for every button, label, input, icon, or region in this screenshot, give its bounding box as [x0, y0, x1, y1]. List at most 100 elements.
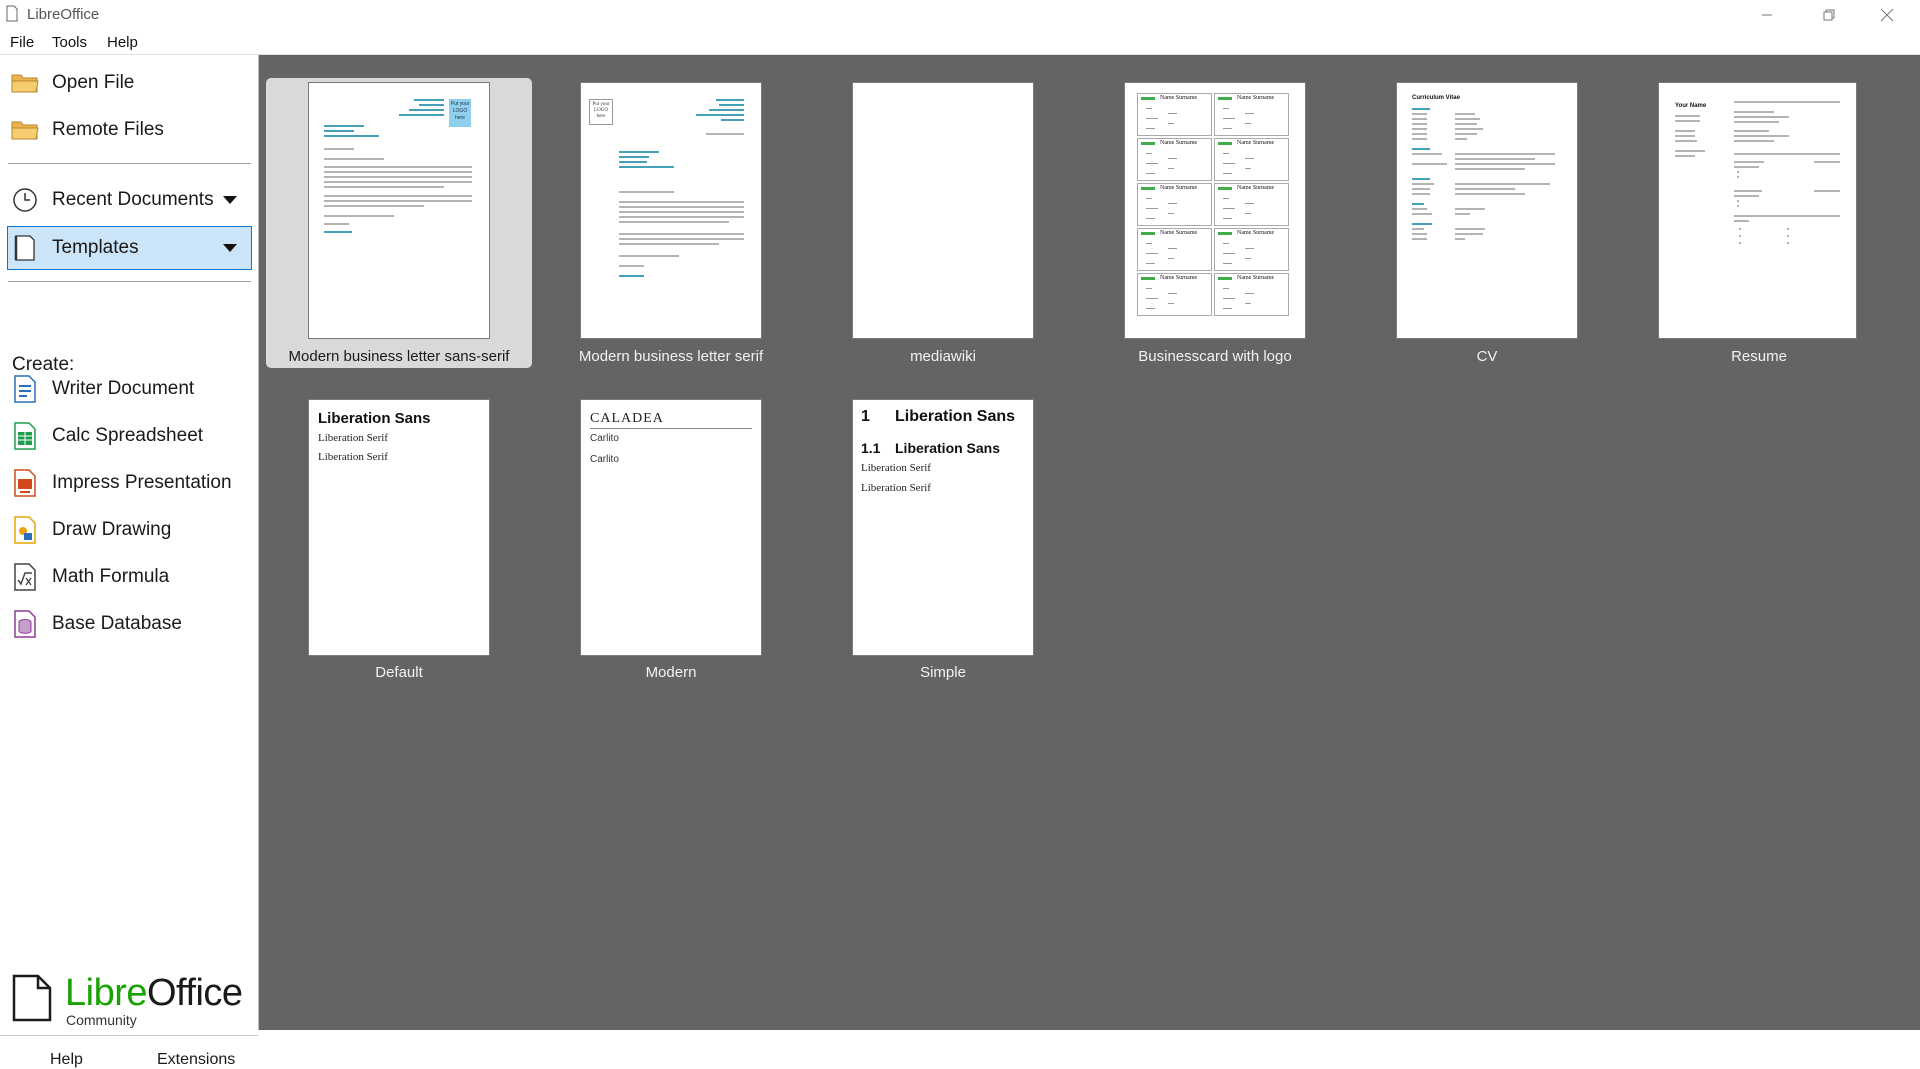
libreoffice-logo: LibreOffice Community	[12, 972, 252, 1028]
document-icon	[6, 5, 18, 22]
template-tile[interactable]: 1 Liberation Sans 1.1 Liberation Sans Li…	[810, 395, 1076, 685]
impress-label: Impress Presentation	[52, 472, 232, 493]
preview-heading: Liberation Sans	[895, 408, 1016, 425]
preview-h2-number: 1.1	[861, 440, 881, 456]
card-name: Name Surname	[1237, 275, 1275, 281]
template-name: Resume	[1731, 348, 1787, 365]
template-name: Modern business letter sans-serif	[288, 348, 510, 365]
folder-icon	[10, 68, 40, 98]
card-logo	[1141, 277, 1155, 280]
templates-button[interactable]: Templates	[7, 226, 252, 270]
create-base-button[interactable]: Base Database	[8, 603, 251, 645]
create-writer-button[interactable]: Writer Document	[8, 368, 251, 410]
sidebar-divider	[8, 163, 251, 164]
business-card: Name Surname	[1137, 273, 1212, 316]
preview-body: Liberation Serif	[861, 482, 931, 494]
clock-icon	[10, 185, 40, 215]
math-icon	[10, 562, 40, 592]
card-name: Name Surname	[1160, 230, 1198, 236]
preview-subheading: Liberation Sans	[895, 440, 1001, 456]
template-tile[interactable]: Put your LOGO here Modern business lette…	[538, 78, 804, 368]
template-tile[interactable]: Put your LOGO here Modern business lette…	[266, 78, 532, 368]
card-name: Name Surname	[1160, 140, 1198, 146]
logo-libre: Libre	[65, 972, 148, 1014]
card-logo	[1141, 232, 1155, 235]
template-thumbnail: Your Name	[1658, 82, 1857, 339]
card-name: Name Surname	[1160, 185, 1198, 191]
window-title: LibreOffice	[27, 6, 100, 23]
menu-bar: File Tools Help	[0, 30, 1920, 55]
template-tile[interactable]: CALADEA Carlito Carlito Modern	[538, 395, 804, 685]
calc-label: Calc Spreadsheet	[52, 425, 204, 446]
template-name: Businesscard with logo	[1138, 348, 1292, 365]
preview-body: Liberation Serif	[318, 432, 388, 444]
open-file-label: Open File	[52, 72, 135, 93]
title-bar: LibreOffice	[0, 0, 1920, 30]
template-thumbnail: Put your LOGO here	[308, 82, 490, 339]
extensions-button[interactable]: Extensions	[157, 1051, 235, 1069]
card-logo	[1141, 97, 1155, 100]
card-logo	[1218, 142, 1232, 145]
template-tile[interactable]: mediawiki	[810, 78, 1076, 368]
template-tile[interactable]: Liberation Sans Liberation Serif Liberat…	[266, 395, 532, 685]
template-name: Simple	[920, 664, 966, 681]
create-calc-button[interactable]: Calc Spreadsheet	[8, 415, 251, 457]
business-card: Name Surname	[1137, 183, 1212, 226]
math-label: Math Formula	[52, 566, 170, 587]
remote-files-button[interactable]: Remote Files	[8, 109, 251, 151]
business-card: Name Surname	[1214, 228, 1289, 271]
card-logo	[1218, 97, 1232, 100]
draw-icon	[10, 515, 40, 545]
template-tile[interactable]: Name Surname Name Surname Name Surname Name…	[1082, 78, 1348, 368]
impress-icon	[10, 468, 40, 498]
card-name: Name Surname	[1160, 275, 1198, 281]
minimize-button[interactable]	[1738, 0, 1796, 30]
calc-icon	[10, 421, 40, 451]
cv-heading: Curriculum Vitae	[1412, 95, 1460, 101]
preview-h1-number: 1	[861, 408, 870, 425]
sidebar-divider	[8, 281, 251, 282]
business-card: Name Surname	[1214, 138, 1289, 181]
chevron-down-icon[interactable]	[223, 196, 237, 204]
minimize-icon	[1762, 14, 1772, 16]
logo-placeholder: Put your LOGO here	[449, 99, 471, 127]
menu-help[interactable]: Help	[107, 34, 138, 51]
restore-button[interactable]	[1800, 0, 1858, 30]
card-name: Name Surname	[1237, 140, 1275, 146]
menu-file[interactable]: File	[10, 34, 34, 51]
create-draw-button[interactable]: Draw Drawing	[8, 509, 251, 551]
menu-tools[interactable]: Tools	[52, 34, 87, 51]
logo-document-icon	[12, 974, 52, 1022]
card-name: Name Surname	[1237, 95, 1275, 101]
template-thumbnail: CALADEA Carlito Carlito	[580, 399, 762, 656]
template-name: CV	[1476, 348, 1498, 365]
templates-label: Templates	[52, 237, 139, 258]
heading-rule	[590, 428, 752, 429]
business-card: Name Surname	[1137, 138, 1212, 181]
logo-office: Office	[147, 972, 243, 1014]
recent-documents-button[interactable]: Recent Documents	[8, 179, 251, 221]
template-name: Modern business letter serif	[578, 348, 764, 365]
create-math-button[interactable]: Math Formula	[8, 556, 251, 598]
base-label: Base Database	[52, 613, 182, 634]
help-button[interactable]: Help	[50, 1051, 83, 1069]
chevron-down-icon[interactable]	[223, 244, 237, 252]
open-file-button[interactable]: Open File	[8, 62, 251, 104]
card-logo	[1141, 187, 1155, 190]
close-button[interactable]	[1858, 0, 1916, 30]
template-name: Default	[375, 664, 423, 681]
template-name: mediawiki	[910, 348, 976, 365]
template-tile[interactable]: Your Name Resume	[1626, 78, 1892, 368]
close-icon	[1880, 8, 1894, 22]
business-card: Name Surname	[1214, 273, 1289, 316]
template-thumbnail: Put your LOGO here	[580, 82, 762, 339]
base-icon	[10, 609, 40, 639]
template-tile[interactable]: Curriculum Vitae CV	[1354, 78, 1620, 368]
remote-files-label: Remote Files	[52, 119, 164, 140]
template-thumbnail: Liberation Sans Liberation Serif Liberat…	[308, 399, 490, 656]
template-thumbnail	[852, 82, 1034, 339]
template-name: Modern	[645, 664, 697, 681]
create-impress-button[interactable]: Impress Presentation	[8, 462, 251, 504]
template-thumbnail: Name Surname Name Surname Name Surname Name…	[1124, 82, 1306, 339]
start-center-sidebar: Open File Remote Files Recent Documents …	[0, 55, 259, 1068]
